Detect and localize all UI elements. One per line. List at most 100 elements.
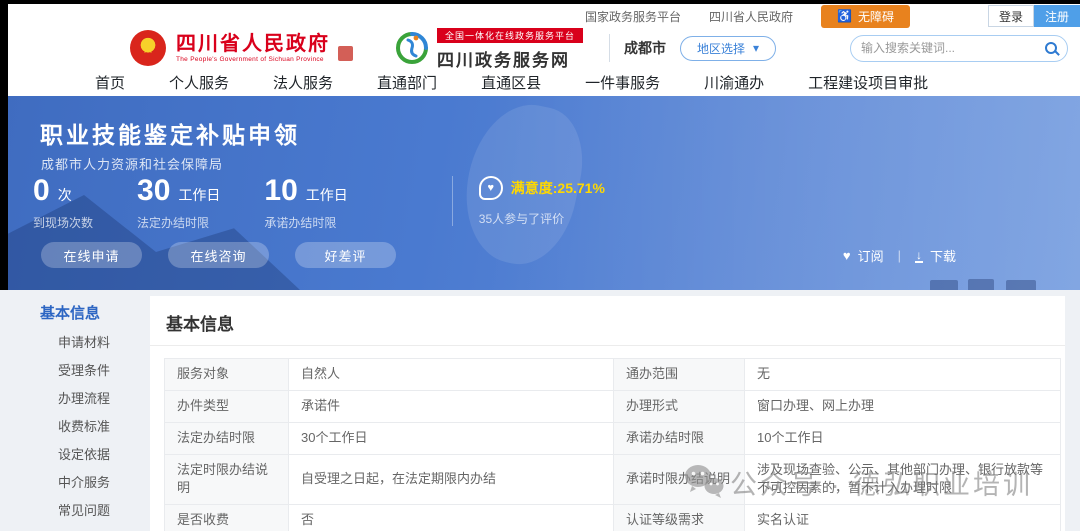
basic-info-table: 服务对象自然人通办范围无办件类型承诺件办理形式窗口办理、网上办理法定办结时限30… xyxy=(164,358,1061,531)
service-banner: 职业技能鉴定补贴申领 成都市人力资源和社会保障局 0次到现场次数 30工作日法定办… xyxy=(0,96,1080,290)
site-logo-icon xyxy=(395,31,429,65)
satisfaction-heart-icon: ♥ xyxy=(479,176,503,200)
wheelchair-icon: ♿ xyxy=(837,10,852,22)
service-stats: 0次到现场次数 30工作日法定办结时限 10 工作日承诺办结时限 ♥ 满意度:25.71%… xyxy=(33,176,605,231)
top-link-0[interactable]: 国家政务服务平台 xyxy=(585,10,681,24)
sidebar-item-6[interactable]: 中介服务 xyxy=(58,472,110,491)
nav-item-3[interactable]: 直通部门 xyxy=(377,72,437,93)
download-button[interactable]: ↓ 下载 xyxy=(915,246,956,265)
official-seal-icon xyxy=(338,46,353,61)
satisfaction-row: ♥ 满意度:25.71% xyxy=(479,176,605,200)
info-value: 自然人 xyxy=(289,359,614,391)
info-value: 10个工作日 xyxy=(745,422,1061,454)
stat-unit: 次 xyxy=(58,185,72,205)
top-utility-bar: 国家政务服务平台 四川省人民政府 ♿ 无障碍 登录 注册 xyxy=(0,4,1080,28)
register-button[interactable]: 注册 xyxy=(1034,5,1080,27)
site-title-block[interactable]: 全国一体化在线政务服务平台 四川政务服务网 xyxy=(437,26,583,71)
nav-item-1[interactable]: 个人服务 xyxy=(169,72,229,93)
stat-unit: 工作日 xyxy=(306,185,348,205)
info-value: 否 xyxy=(289,505,614,531)
info-value: 实名认证 xyxy=(745,505,1061,531)
action-button-1[interactable]: 在线咨询 xyxy=(168,242,269,268)
page: { "top_bar": { "links": ["国家政务服务平台", "四川… xyxy=(0,0,1080,531)
stats-divider xyxy=(452,176,453,226)
gov-name: 四川省人民政府 xyxy=(176,34,330,54)
nav-item-0[interactable]: 首页 xyxy=(95,72,125,93)
top-links: 国家政务服务平台 四川省人民政府 xyxy=(585,8,821,25)
action-button-2[interactable]: 好差评 xyxy=(295,242,396,268)
banner-photo-detail xyxy=(930,280,958,290)
nav-item-6[interactable]: 川渝通办 xyxy=(704,72,764,93)
content-area: 基本信息申请材料受理条件办理流程收费标准设定依据中介服务常见问题 基本信息 服务… xyxy=(0,290,1080,531)
region-block: 成都市 地区选择 ▾ xyxy=(609,34,776,62)
section-title: 基本信息 xyxy=(150,296,1065,346)
platform-tagline: 全国一体化在线政务服务平台 xyxy=(437,28,583,43)
info-value: 涉及现场查验、公示、其他部门办理、银行放款等不可控因素的，暂不计入办理时限 xyxy=(745,454,1061,505)
sidebar-item-1[interactable]: 申请材料 xyxy=(58,332,110,351)
stat-label: 法定办结时限 xyxy=(137,214,220,231)
header-divider xyxy=(609,34,610,62)
stat-value: 10 xyxy=(264,176,297,206)
table-row-1: 办件类型承诺件办理形式窗口办理、网上办理 xyxy=(165,390,1061,422)
nav-item-4[interactable]: 直通区县 xyxy=(481,72,541,93)
sidebar-item-2[interactable]: 受理条件 xyxy=(58,360,110,379)
region-selector[interactable]: 地区选择 ▾ xyxy=(680,36,776,61)
stat-number-row: 0次 xyxy=(33,176,93,206)
table-row-0: 服务对象自然人通办范围无 xyxy=(165,359,1061,391)
info-value: 30个工作日 xyxy=(289,422,614,454)
satisfaction-label: 满意度:25.71% xyxy=(511,178,605,198)
sidebar-item-0[interactable]: 基本信息 xyxy=(40,302,110,323)
nav-item-7[interactable]: 工程建设项目审批 xyxy=(808,72,928,93)
info-value: 自受理之日起，在法定期限内办结 xyxy=(289,454,614,505)
heart-icon: ♥ xyxy=(843,248,851,263)
current-city: 成都市 xyxy=(624,38,666,58)
info-label: 服务对象 xyxy=(165,359,289,391)
top-letterbox-bar xyxy=(0,0,1080,4)
stat-0: 0次到现场次数 xyxy=(33,176,93,231)
sidebar-item-7[interactable]: 常见问题 xyxy=(58,500,110,519)
info-label: 承诺时限办结说明 xyxy=(614,454,745,505)
search-icon[interactable] xyxy=(1045,42,1057,54)
action-divider: | xyxy=(898,248,901,263)
info-label: 是否收费 xyxy=(165,505,289,531)
info-value: 无 xyxy=(745,359,1061,391)
info-label: 认证等级需求 xyxy=(614,505,745,531)
accessibility-label: 无障碍 xyxy=(858,8,894,25)
chevron-down-icon: ▾ xyxy=(753,41,759,55)
stat-label: 承诺办结时限 xyxy=(264,214,347,231)
subscribe-button[interactable]: ♥ 订阅 xyxy=(843,246,884,265)
accessibility-button[interactable]: ♿ 无障碍 xyxy=(821,5,910,28)
info-card: 基本信息 服务对象自然人通办范围无办件类型承诺件办理形式窗口办理、网上办理法定办… xyxy=(150,296,1065,531)
section-sidebar: 基本信息申请材料受理条件办理流程收费标准设定依据中介服务常见问题 xyxy=(40,302,110,519)
national-emblem-icon: ★ xyxy=(130,30,166,66)
region-selector-label: 地区选择 xyxy=(697,40,745,57)
table-row-4: 是否收费否认证等级需求实名认证 xyxy=(165,505,1061,531)
stat-1: 30工作日法定办结时限 xyxy=(137,176,220,231)
info-label: 办理形式 xyxy=(614,390,745,422)
action-button-0[interactable]: 在线申请 xyxy=(41,242,142,268)
service-title: 职业技能鉴定补贴申领 xyxy=(40,116,300,150)
banner-photo-detail xyxy=(1006,280,1036,290)
subscribe-download: ♥ 订阅 | ↓ 下载 xyxy=(843,246,956,265)
stat-unit: 工作日 xyxy=(178,185,220,205)
table-row-2: 法定办结时限30个工作日承诺办结时限10个工作日 xyxy=(165,422,1061,454)
stat-label: 到现场次数 xyxy=(33,214,93,231)
service-department: 成都市人力资源和社会保障局 xyxy=(41,154,223,173)
search-box xyxy=(850,35,1068,62)
sidebar-item-4[interactable]: 收费标准 xyxy=(58,416,110,435)
download-icon: ↓ xyxy=(915,249,923,263)
stat-number-row: 10 工作日 xyxy=(264,176,347,206)
login-button[interactable]: 登录 xyxy=(988,5,1034,27)
sidebar-item-5[interactable]: 设定依据 xyxy=(58,444,110,463)
banner-photo-detail xyxy=(968,279,994,290)
sidebar-item-3[interactable]: 办理流程 xyxy=(58,388,110,407)
gov-logo[interactable]: 四川省人民政府 The People's Government of Sichu… xyxy=(176,34,330,63)
top-link-1[interactable]: 四川省人民政府 xyxy=(709,10,793,24)
info-label: 法定办结时限 xyxy=(165,422,289,454)
info-value: 承诺件 xyxy=(289,390,614,422)
table-row-3: 法定时限办结说明自受理之日起，在法定期限内办结承诺时限办结说明涉及现场查验、公示… xyxy=(165,454,1061,505)
nav-item-2[interactable]: 法人服务 xyxy=(273,72,333,93)
search-input[interactable] xyxy=(861,41,1045,55)
nav-item-5[interactable]: 一件事服务 xyxy=(585,72,660,93)
stat-number-row: 30工作日 xyxy=(137,176,220,206)
